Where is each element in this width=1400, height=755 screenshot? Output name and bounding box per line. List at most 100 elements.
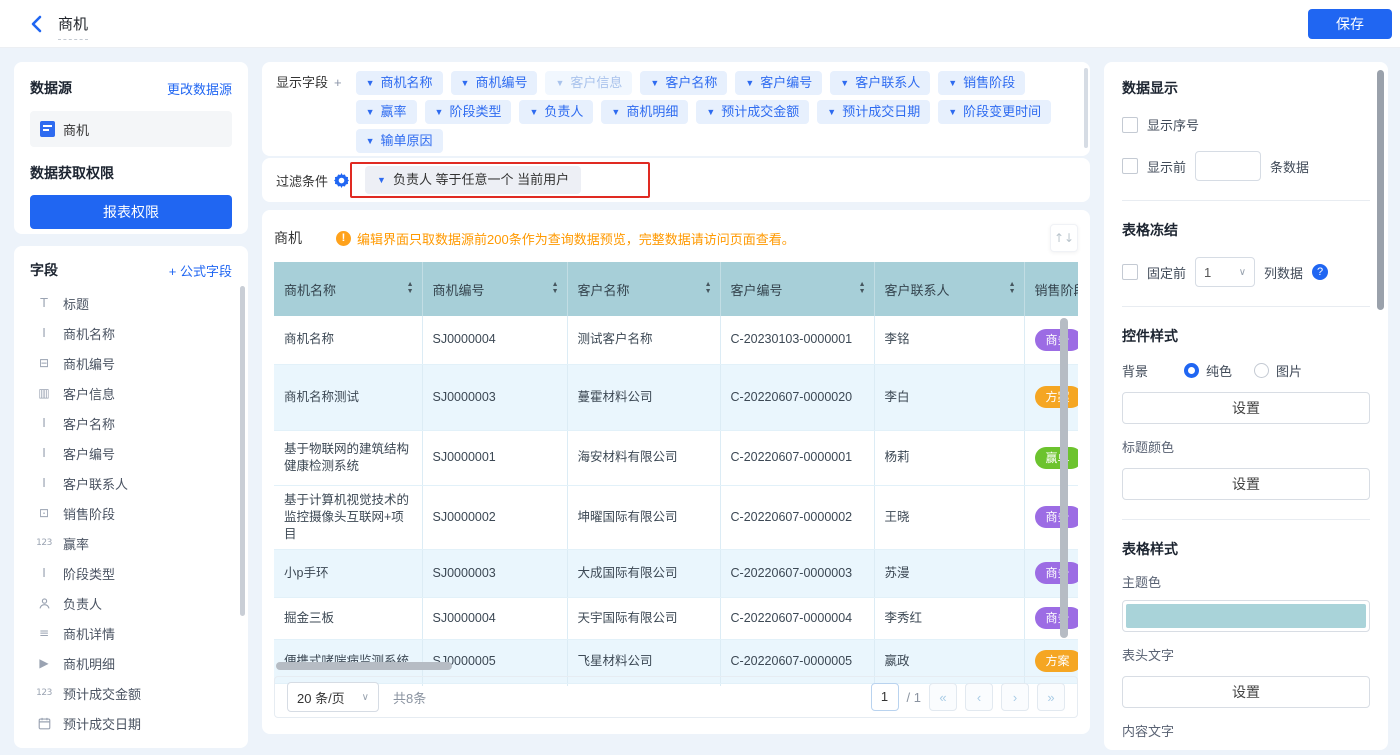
field-item[interactable]: I商机名称 (30, 318, 238, 348)
field-item-label: 赢率 (63, 534, 89, 553)
display-field-chip[interactable]: ▼输单原因 (356, 129, 443, 153)
table-row[interactable]: 商机名称SJ0000004测试客户名称C-20230103-0000001李铭商… (274, 316, 1078, 364)
rows-suffix-label: 条数据 (1270, 157, 1309, 176)
add-display-field-button[interactable]: + (334, 71, 342, 95)
table-row[interactable]: 小p手环SJ0000003大成国际有限公司C-20220607-0000003苏… (274, 549, 1078, 597)
field-item[interactable]: T标题 (30, 288, 238, 318)
prev-page-button[interactable]: ‹ (965, 683, 993, 711)
display-field-chip[interactable]: ▼预计成交日期 (817, 100, 930, 124)
fields-scrollbar[interactable] (240, 286, 245, 616)
column-header[interactable]: 销售阶段▲▼ (1024, 262, 1078, 316)
last-page-button[interactable]: » (1037, 683, 1065, 711)
radio-icon (1254, 363, 1269, 378)
first-page-button[interactable]: « (929, 683, 957, 711)
field-item[interactable]: 123赢率 (30, 528, 238, 558)
table-cell: SJ0000001 (422, 430, 567, 485)
page-title[interactable]: 商机 (58, 13, 88, 40)
table-row[interactable]: 商机名称测试SJ0000003蔓霍材料公司C-20220607-0000020李… (274, 364, 1078, 430)
report-permission-button[interactable]: 报表权限 (30, 195, 232, 229)
change-datasource-link[interactable]: 更改数据源 (167, 79, 232, 98)
save-button[interactable]: 保存 (1308, 9, 1392, 39)
column-header[interactable]: 客户名称▲▼ (567, 262, 720, 316)
settings-scrollbar[interactable] (1377, 70, 1384, 310)
display-field-chip[interactable]: ▼预计成交金额 (696, 100, 809, 124)
help-icon[interactable]: ? (1312, 264, 1328, 280)
display-field-chip[interactable]: ▼客户联系人 (830, 71, 930, 95)
display-field-chip[interactable]: ▼商机明细 (601, 100, 688, 124)
filter-label: 过滤条件 (276, 171, 328, 190)
display-field-chip[interactable]: ▼阶段变更时间 (938, 100, 1051, 124)
page-size-select[interactable]: 20 条/页 ∨ (287, 682, 379, 712)
table-row[interactable]: 基于物联网的建筑结构健康检测系统SJ0000001海安材料有限公司C-20220… (274, 430, 1078, 485)
display-field-chip[interactable]: ▼客户名称 (640, 71, 727, 95)
display-field-chip[interactable]: ▼客户信息 (545, 71, 632, 95)
header-text-set-button[interactable]: 设置 (1122, 676, 1370, 708)
fix-columns-checkbox[interactable] (1122, 264, 1138, 280)
display-field-chip[interactable]: ▼阶段类型 (425, 100, 512, 124)
rows-count-input[interactable] (1195, 151, 1261, 181)
sort-order-icon[interactable]: ↑↓ (1050, 224, 1078, 252)
background-set-button[interactable]: 设置 (1122, 392, 1370, 424)
data-permission-title: 数据获取权限 (30, 163, 232, 183)
field-item[interactable]: 预计成交日期 (30, 708, 238, 738)
top-bar: 商机 保存 (0, 0, 1400, 48)
field-item[interactable]: 负责人 (30, 588, 238, 618)
sort-arrows-icon[interactable]: ▲▼ (859, 281, 866, 295)
display-field-chip[interactable]: ▼负责人 (519, 100, 593, 124)
table-horizontal-scrollbar[interactable] (276, 662, 452, 670)
back-icon[interactable] (26, 13, 48, 35)
display-field-chip[interactable]: ▼商机名称 (356, 71, 443, 95)
filter-condition-chip[interactable]: ▼负责人 等于任意一个 当前用户 (365, 166, 581, 194)
column-header[interactable]: 商机名称▲▼ (274, 262, 422, 316)
table-cell: 王晓 (874, 485, 1024, 549)
display-fields-scrollbar[interactable] (1084, 68, 1088, 148)
table-cell: 李秀红 (874, 597, 1024, 639)
display-field-chip[interactable]: ▼销售阶段 (938, 71, 1025, 95)
title-color-set-button[interactable]: 设置 (1122, 468, 1370, 500)
field-item[interactable]: ▥客户信息 (30, 378, 238, 408)
title-color-label: 标题颜色 (1122, 437, 1370, 456)
sort-arrows-icon[interactable]: ▲▼ (1009, 281, 1016, 295)
chevron-down-icon: ▼ (611, 107, 620, 117)
show-index-checkbox[interactable] (1122, 117, 1138, 133)
display-field-chip[interactable]: ▼客户编号 (735, 71, 822, 95)
gear-icon[interactable] (334, 173, 349, 188)
column-header[interactable]: 客户编号▲▼ (720, 262, 874, 316)
field-item[interactable]: 123预计成交金额 (30, 678, 238, 708)
table-row[interactable]: 掘金三板SJ0000004天宇国际有限公司C-20220607-0000004李… (274, 597, 1078, 639)
field-item[interactable]: I客户编号 (30, 438, 238, 468)
sort-arrows-icon[interactable]: ▲▼ (552, 281, 559, 295)
table-cell: 掘金三板 (274, 597, 422, 639)
datasource-title: 数据源 (30, 78, 72, 98)
bg-image-option[interactable]: 图片 (1254, 361, 1302, 380)
settings-panel: 数据显示 显示序号 显示前 条数据 表格冻结 固定前 1 ∨ 列数据 ? 控件样… (1104, 62, 1388, 750)
table-cell: 天宇国际有限公司 (567, 597, 720, 639)
formula-field-link[interactable]: + 公式字段 (169, 261, 232, 280)
sort-arrows-icon[interactable]: ▲▼ (705, 281, 712, 295)
table-cell: SJ0000003 (422, 549, 567, 597)
column-header[interactable]: 客户联系人 ▲▼ (874, 262, 1024, 316)
bg-solid-option[interactable]: 纯色 (1184, 361, 1232, 380)
table-row[interactable]: 基于计算机视觉技术的监控摄像头互联网+项目SJ0000002坤曜国际有限公司C-… (274, 485, 1078, 549)
field-item[interactable]: I阶段类型 (30, 558, 238, 588)
table-vertical-scrollbar[interactable] (1060, 318, 1068, 638)
field-item[interactable]: ⊡销售阶段 (30, 498, 238, 528)
field-item[interactable]: I客户名称 (30, 408, 238, 438)
display-field-chip[interactable]: ▼赢率 (356, 100, 417, 124)
field-item[interactable]: ⊟商机编号 (30, 348, 238, 378)
field-item[interactable]: ▶商机明细 (30, 648, 238, 678)
fix-columns-select[interactable]: 1 ∨ (1195, 257, 1255, 287)
sort-arrows-icon[interactable]: ▲▼ (407, 281, 414, 295)
show-first-checkbox[interactable] (1122, 158, 1138, 174)
display-field-chips: ▼商机名称 ▼商机编号 ▼客户信息 ▼客户名称 ▼客户编号 ▼客户联系人 ▼销售阶段 ▼赢率 ▼… (356, 71, 1076, 153)
column-header[interactable]: 商机编号▲▼ (422, 262, 567, 316)
datasource-item[interactable]: 商机 (30, 111, 232, 147)
field-item[interactable]: ≡商机详情 (30, 618, 238, 648)
column-header-label: 客户联系人 (885, 283, 950, 298)
page-number-input[interactable]: 1 (871, 683, 899, 711)
theme-color-picker[interactable] (1122, 600, 1370, 632)
chevron-down-icon: ▼ (555, 78, 564, 88)
display-field-chip[interactable]: ▼商机编号 (451, 71, 538, 95)
field-item[interactable]: I客户联系人 (30, 468, 238, 498)
next-page-button[interactable]: › (1001, 683, 1029, 711)
